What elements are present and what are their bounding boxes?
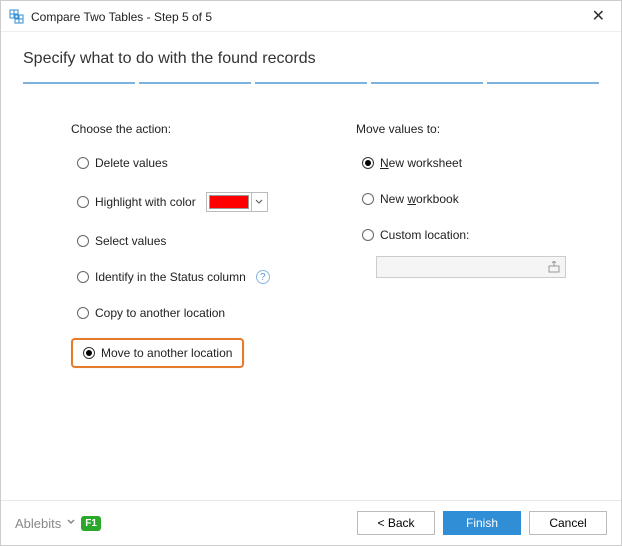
- move-to-label: Move values to:: [356, 122, 601, 136]
- option-label: Custom location:: [380, 228, 469, 242]
- help-icon[interactable]: ?: [256, 270, 270, 284]
- content-area: Choose the action: Delete values Highlig…: [1, 94, 621, 500]
- radio-custom-location[interactable]: Custom location:: [356, 224, 475, 246]
- radio-icon: [77, 196, 89, 208]
- option-label: Identify in the Status column: [95, 270, 246, 284]
- option-label: New workbook: [380, 192, 459, 206]
- finish-button[interactable]: Finish: [443, 511, 521, 535]
- titlebar-left: Compare Two Tables - Step 5 of 5: [9, 9, 212, 25]
- radio-move-location[interactable]: Move to another location: [71, 338, 244, 368]
- step-seg: [487, 82, 599, 84]
- radio-icon: [77, 157, 89, 169]
- radio-copy-location[interactable]: Copy to another location: [71, 302, 231, 324]
- step-seg: [139, 82, 251, 84]
- step-seg: [255, 82, 367, 84]
- color-picker[interactable]: [206, 192, 268, 212]
- choose-action-label: Choose the action:: [71, 122, 316, 136]
- action-options: Delete values Highlight with color Selec…: [71, 152, 316, 368]
- chevron-down-icon: [251, 193, 267, 211]
- close-icon[interactable]: ✕: [586, 7, 611, 27]
- page-heading: Specify what to do with the found record…: [1, 32, 621, 82]
- custom-location-field-wrap: [376, 256, 566, 278]
- right-column: Move values to: New worksheet New workbo…: [356, 122, 601, 500]
- cancel-button[interactable]: Cancel: [529, 511, 607, 535]
- radio-icon: [362, 157, 374, 169]
- footer-left: Ablebits F1: [15, 516, 101, 531]
- option-label: Highlight with color: [95, 195, 196, 209]
- radio-icon: [77, 307, 89, 319]
- radio-icon: [77, 271, 89, 283]
- destination-options: New worksheet New workbook Custom locati…: [356, 152, 601, 278]
- option-label: Delete values: [95, 156, 168, 170]
- compare-tables-icon: [9, 9, 25, 25]
- radio-icon: [362, 193, 374, 205]
- radio-icon: [77, 235, 89, 247]
- option-label: Move to another location: [101, 346, 232, 360]
- radio-new-workbook[interactable]: New workbook: [356, 188, 465, 210]
- radio-icon: [83, 347, 95, 359]
- select-range-icon[interactable]: [546, 259, 562, 275]
- step-seg: [371, 82, 483, 84]
- color-swatch: [209, 195, 249, 209]
- step-indicator: [1, 82, 621, 94]
- window-title: Compare Two Tables - Step 5 of 5: [31, 10, 212, 24]
- footer: Ablebits F1 < Back Finish Cancel: [1, 500, 621, 545]
- f1-help-badge[interactable]: F1: [81, 516, 101, 531]
- option-label: Copy to another location: [95, 306, 225, 320]
- radio-highlight-color[interactable]: Highlight with color: [71, 188, 274, 216]
- radio-icon: [362, 229, 374, 241]
- radio-select-values[interactable]: Select values: [71, 230, 172, 252]
- radio-delete-values[interactable]: Delete values: [71, 152, 174, 174]
- radio-new-worksheet[interactable]: New worksheet: [356, 152, 468, 174]
- option-label: Select values: [95, 234, 166, 248]
- brand-label[interactable]: Ablebits: [15, 516, 61, 531]
- chevron-down-icon[interactable]: [67, 518, 75, 529]
- radio-identify-status[interactable]: Identify in the Status column ?: [71, 266, 276, 288]
- titlebar: Compare Two Tables - Step 5 of 5 ✕: [1, 1, 621, 32]
- option-label: New worksheet: [380, 156, 462, 170]
- footer-right: < Back Finish Cancel: [357, 511, 607, 535]
- custom-location-input[interactable]: [376, 256, 566, 278]
- left-column: Choose the action: Delete values Highlig…: [71, 122, 316, 500]
- step-seg: [23, 82, 135, 84]
- back-button[interactable]: < Back: [357, 511, 435, 535]
